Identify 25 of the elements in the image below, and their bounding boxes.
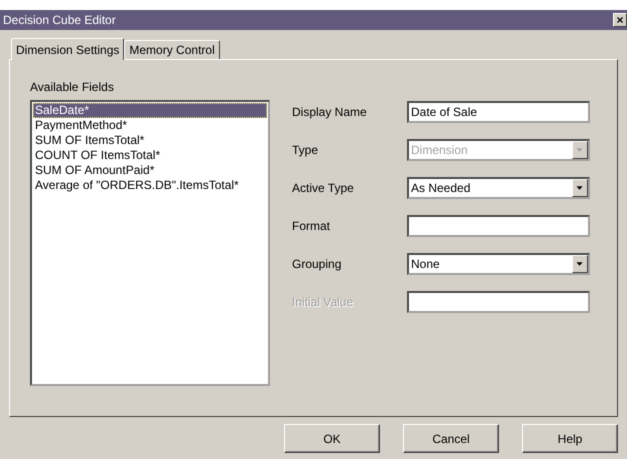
list-item[interactable]: SUM OF AmountPaid* — [33, 163, 267, 178]
close-button[interactable]: × — [613, 13, 627, 27]
list-item[interactable]: SUM OF ItemsTotal* — [33, 133, 267, 148]
dropdown[interactable]: None — [407, 253, 590, 275]
list-item[interactable]: COUNT OF ItemsTotal* — [33, 148, 267, 163]
fields-listbox[interactable]: SaleDate* PaymentMethod* SUM OF ItemsTotal* COUNT OF ItemsTotal* SUM OF AmountPaid* Average of "ORDERS.DB".ItemsTotal* — [30, 100, 270, 386]
text-field[interactable]: Date of Sale — [407, 101, 590, 123]
text-field[interactable] — [407, 291, 590, 313]
tab[interactable]: Memory Control — [124, 40, 220, 59]
dialog-button[interactable]: Cancel — [403, 424, 499, 453]
text-field[interactable] — [407, 215, 590, 237]
dropdown[interactable]: As Needed — [407, 177, 590, 199]
tab[interactable]: Dimension Settings — [11, 38, 124, 60]
field-label: Active Type — [292, 181, 355, 195]
list-item[interactable]: SaleDate* — [33, 103, 267, 118]
list-item[interactable]: Average of "ORDERS.DB".ItemsTotal* — [33, 178, 267, 193]
field-label: Format — [292, 219, 332, 233]
list-caption: Available Fields — [30, 80, 115, 94]
dialog-button[interactable]: OK — [284, 424, 380, 453]
window-title: Decision Cube Editor — [3, 13, 116, 27]
list-item[interactable]: PaymentMethod* — [33, 118, 267, 133]
field-label: Type — [292, 143, 320, 157]
field-label: Grouping — [292, 257, 342, 271]
field-label: Display Name — [292, 105, 368, 119]
dialog-button[interactable]: Help — [522, 424, 618, 453]
